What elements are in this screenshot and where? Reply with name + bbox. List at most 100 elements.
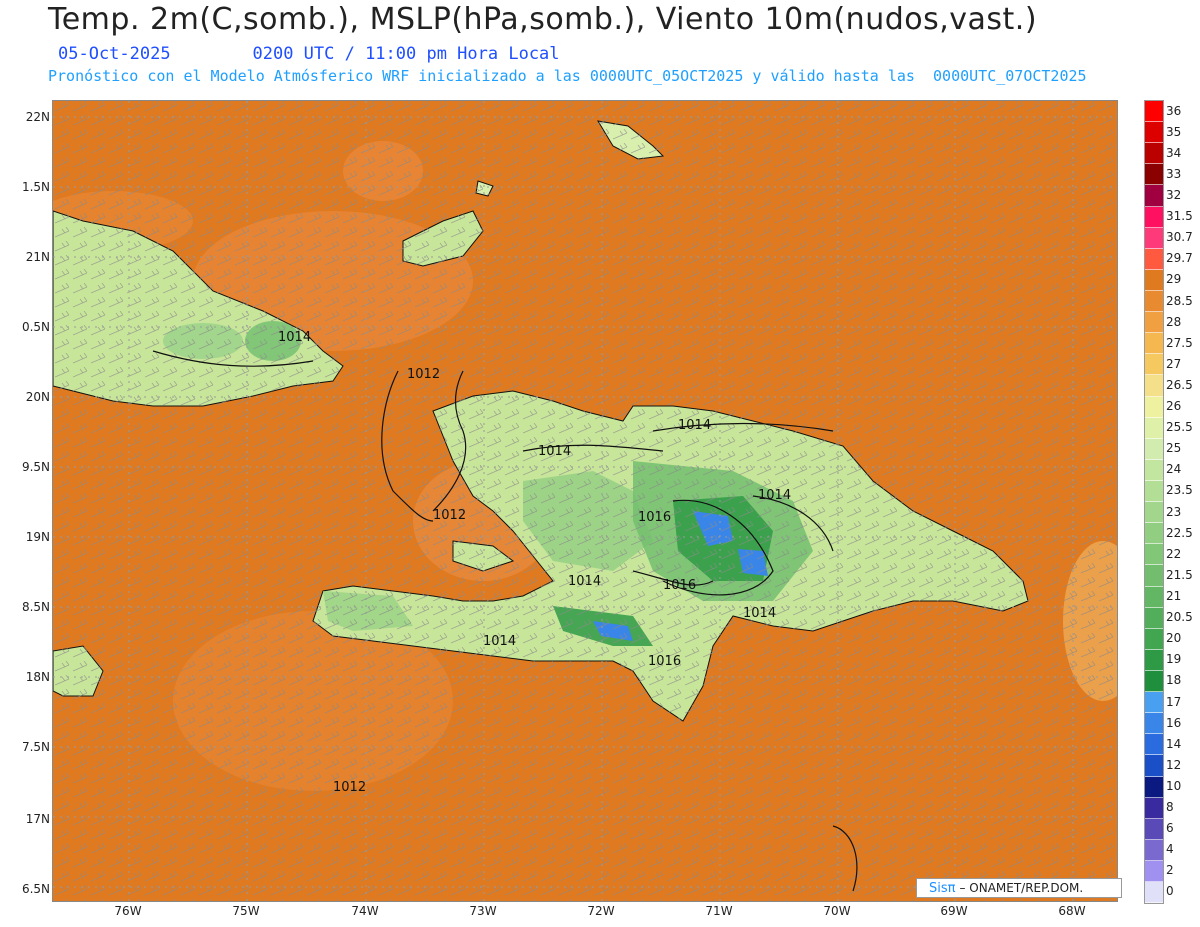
colorbar-label: 35 [1166, 124, 1182, 139]
colorbar-swatch [1145, 185, 1163, 207]
longitude-label: 76W [114, 904, 142, 918]
colorbar-label: 33 [1166, 166, 1182, 181]
colorbar-label: 18 [1166, 673, 1182, 688]
longitude-label: 74W [351, 904, 379, 918]
colorbar-swatch [1145, 755, 1163, 777]
colorbar-label: 4 [1166, 842, 1174, 857]
latitude-label: 8.5N [21, 600, 50, 614]
colorbar-swatch [1145, 459, 1163, 481]
colorbar-swatch [1145, 607, 1163, 629]
isobar-label: 1016 [663, 578, 696, 593]
wind-barbs-layer [53, 101, 1117, 901]
colorbar-swatch [1145, 312, 1163, 334]
colorbar-swatch [1145, 649, 1163, 671]
colorbar-swatch [1145, 290, 1163, 313]
colorbar-swatch [1145, 586, 1163, 608]
colorbar-label: 6 [1166, 821, 1174, 836]
colorbar-swatch [1145, 227, 1163, 249]
colorbar-swatch [1145, 164, 1163, 186]
colorbar-swatch [1145, 734, 1163, 756]
isobar-label: 1014 [278, 330, 311, 345]
temperature-colorbar [1144, 100, 1164, 904]
colorbar-label: 29 [1166, 272, 1182, 287]
credit-box: Sisπ – ONAMET/REP.DOM. [916, 878, 1122, 898]
colorbar-swatch [1145, 206, 1163, 228]
chart-title: Temp. 2m(C,somb.), MSLP(hPa,somb.), Vien… [48, 2, 1038, 37]
latitude-label: 19N [25, 530, 50, 544]
colorbar-swatch [1145, 438, 1163, 460]
colorbar-swatch [1145, 797, 1163, 819]
longitude-label: 71W [705, 904, 733, 918]
isobar-label: 1012 [333, 780, 366, 795]
colorbar-swatch [1145, 502, 1163, 524]
colorbar-label: 28.5 [1166, 293, 1193, 308]
colorbar-swatch [1145, 628, 1163, 650]
longitude-label: 72W [587, 904, 615, 918]
colorbar-label: 27 [1166, 356, 1182, 371]
colorbar-label: 19 [1166, 652, 1182, 667]
isobar-label: 1014 [758, 488, 791, 503]
latitude-label: 7.5N [21, 740, 50, 754]
latitude-label: 22N [25, 110, 50, 124]
colorbar-label: 22 [1166, 546, 1182, 561]
colorbar-label: 23.5 [1166, 483, 1193, 498]
colorbar-label: 24 [1166, 462, 1182, 477]
isobar-label: 1012 [407, 367, 440, 382]
longitude-label: 68W [1058, 904, 1086, 918]
longitude-label: 70W [823, 904, 851, 918]
colorbar-label: 14 [1166, 736, 1182, 751]
colorbar-label: 0 [1166, 884, 1174, 899]
longitude-label: 73W [469, 904, 497, 918]
colorbar-label: 36 [1166, 103, 1182, 118]
longitude-label: 69W [940, 904, 968, 918]
colorbar-label: 8 [1166, 800, 1174, 815]
colorbar-label: 25 [1166, 441, 1182, 456]
colorbar-swatch [1145, 354, 1163, 376]
colorbar-label: 29.7 [1166, 251, 1193, 266]
colorbar-label: 12 [1166, 757, 1182, 772]
forecast-info: Pronóstico con el Modelo Atmósferico WRF… [48, 67, 1087, 85]
latitude-label: 21N [25, 250, 50, 264]
colorbar-label: 2 [1166, 863, 1174, 878]
forecast-time: 0200 UTC / 11:00 pm Hora Local [252, 44, 560, 64]
colorbar-swatch [1145, 670, 1163, 693]
colorbar-label: 21.5 [1166, 567, 1193, 582]
colorbar-swatch [1145, 692, 1163, 714]
latitude-label: 0.5N [21, 320, 50, 334]
map-panel: 1012 1012 1012 1014 1014 1014 1014 1014 1014 1014… [52, 100, 1118, 902]
colorbar-label: 26.5 [1166, 377, 1193, 392]
isobar-label: 1014 [568, 574, 601, 589]
colorbar-label: 16 [1166, 715, 1182, 730]
isobar-label: 1016 [638, 510, 671, 525]
colorbar-swatch [1145, 544, 1163, 566]
forecast-datetime: 05-Oct-2025 0200 UTC / 11:00 pm Hora Loc… [58, 44, 560, 64]
colorbar-swatch [1145, 122, 1163, 144]
colorbar-label: 23 [1166, 504, 1182, 519]
colorbar-label: 20.5 [1166, 610, 1193, 625]
colorbar-swatch [1145, 396, 1163, 418]
colorbar-label: 34 [1166, 145, 1182, 160]
isobar-label: 1016 [648, 654, 681, 669]
colorbar-swatch [1145, 269, 1163, 291]
colorbar-swatch [1145, 248, 1163, 270]
sispi-logo: Sisπ [929, 880, 956, 896]
colorbar-label: 22.5 [1166, 525, 1193, 540]
isobar-label: 1014 [483, 634, 516, 649]
colorbar-swatch [1145, 565, 1163, 587]
latitude-label: 9.5N [21, 460, 50, 474]
isobar-label: 1014 [538, 444, 571, 459]
colorbar-label: 26 [1166, 399, 1182, 414]
colorbar-label: 31.5 [1166, 209, 1193, 224]
longitude-label: 75W [232, 904, 260, 918]
isobar-label: 1012 [433, 508, 466, 523]
latitude-label: 1.5N [21, 180, 50, 194]
colorbar-swatch [1145, 101, 1163, 123]
latitude-label: 17N [25, 812, 50, 826]
latitude-label: 18N [25, 670, 50, 684]
colorbar-swatch [1145, 860, 1163, 883]
colorbar-label: 20 [1166, 631, 1182, 646]
colorbar-label: 28 [1166, 314, 1182, 329]
isobar-label: 1014 [743, 606, 776, 621]
colorbar-label: 25.5 [1166, 420, 1193, 435]
colorbar-label: 30.7 [1166, 230, 1193, 245]
